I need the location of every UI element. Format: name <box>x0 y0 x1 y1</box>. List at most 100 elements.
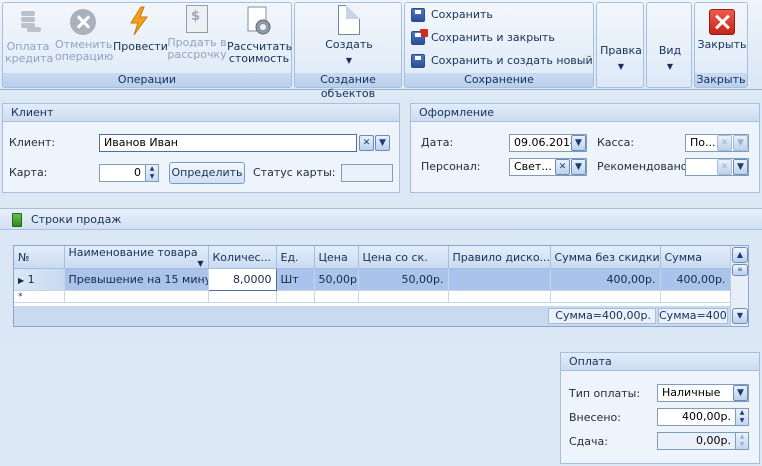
recommended-dropdown-icon[interactable]: ▼ <box>733 159 748 175</box>
new-document-icon <box>338 5 360 35</box>
grid-scrollbar[interactable]: ▲ ≡ ▼ <box>730 246 748 326</box>
clear-recommended-icon[interactable]: ✕ <box>717 159 732 175</box>
client-label: Клиент: <box>9 136 56 149</box>
scroll-down-icon[interactable]: ▼ <box>732 308 748 324</box>
scroll-thumb[interactable]: ≡ <box>732 264 748 276</box>
save-close-button[interactable]: Сохранить и закрыть <box>411 28 555 48</box>
close-group-label: Закрыть <box>695 73 747 87</box>
close-group: Закрыть Закрыть <box>694 2 748 88</box>
pay-credit-button[interactable]: Оплата кредита <box>5 5 53 65</box>
payment-panel-title: Оплата <box>561 353 759 371</box>
chevron-down-icon: ▼ <box>617 62 625 71</box>
floppy-new-icon <box>411 54 425 68</box>
card-label: Карта: <box>9 166 48 179</box>
col-qty[interactable]: Количес... <box>208 246 277 269</box>
client-dropdown-icon[interactable]: ▼ <box>375 135 390 151</box>
card-spinner-icon[interactable]: ▲ ▼ <box>145 165 158 181</box>
close-icon <box>709 9 735 35</box>
chevron-down-icon: ▼ <box>666 62 674 71</box>
lightning-icon <box>123 5 155 37</box>
clear-client-icon[interactable]: ✕ <box>359 135 374 151</box>
card-status-field <box>341 164 393 182</box>
edit-menu-button[interactable]: Правка ▼ <box>599 45 643 73</box>
floppy-icon <box>411 8 425 22</box>
new-row-marker: * <box>14 290 65 303</box>
design-panel-title: Оформление <box>411 104 759 122</box>
row-name[interactable]: Превышение на 15 минут <box>64 268 209 291</box>
create-objects-group: Создать ▼ Создание объектов <box>294 2 402 100</box>
total-sum: Сумма=400,00р. <box>658 308 728 324</box>
ribbon: Оплата кредита Отменить операцию Провест… <box>0 0 762 100</box>
staff-dropdown-icon[interactable]: ▼ <box>571 159 586 175</box>
paid-spinner-icon[interactable]: ▲ ▼ <box>735 409 748 425</box>
row-unit[interactable]: Шт <box>276 268 315 291</box>
cash-label: Касса: <box>597 136 635 149</box>
change-label: Сдача: <box>569 435 608 448</box>
payment-type-label: Тип оплаты: <box>569 387 641 400</box>
col-num[interactable]: № <box>14 246 65 269</box>
create-button[interactable]: Создать ▼ <box>315 5 383 67</box>
col-sum-nodisc[interactable]: Сумма без скидки <box>550 246 661 269</box>
view-group: Вид ▼ <box>646 2 692 88</box>
col-unit[interactable]: Ед. <box>276 246 315 269</box>
money-icon <box>12 213 22 227</box>
clear-staff-icon[interactable]: ✕ <box>555 159 570 175</box>
determine-button[interactable]: Определить <box>169 162 245 184</box>
paid-label: Внесено: <box>569 411 621 424</box>
sales-section-header: Строки продаж <box>0 208 762 230</box>
client-panel-title: Клиент <box>3 104 399 122</box>
clear-cash-icon[interactable]: ✕ <box>717 135 732 151</box>
sort-down-icon: ▼ <box>197 259 204 268</box>
sales-footer: Сумма=400,00р. Сумма=400,00р. <box>14 306 730 326</box>
save-button[interactable]: Сохранить <box>411 5 493 25</box>
client-panel: Клиент Клиент: Иванов Иван ✕ ▼ Карта: 0 … <box>2 103 400 193</box>
edit-group: Правка ▼ <box>596 2 644 88</box>
row-num: ▶ 1 <box>14 268 65 291</box>
close-button[interactable]: Закрыть <box>697 5 747 51</box>
cancel-operation-button[interactable]: Отменить операцию <box>55 5 113 63</box>
date-label: Дата: <box>421 136 454 149</box>
dollar-document-icon: $ <box>186 5 208 33</box>
save-create-new-button[interactable]: Сохранить и создать новый ▼ <box>411 51 593 86</box>
client-field[interactable]: Иванов Иван <box>99 134 357 152</box>
chevron-down-icon: ▼ <box>345 56 353 65</box>
create-objects-group-label: Создание объектов <box>295 73 401 100</box>
calculate-cost-button[interactable]: Рассчитать стоимость <box>227 5 292 65</box>
row-pointer-icon: ▶ <box>18 276 25 285</box>
sales-header-row: № Наименование товара ▼ Количес... Ед. Це… <box>14 246 731 269</box>
gear-document-icon <box>243 5 275 37</box>
col-name[interactable]: Наименование товара ▼ <box>64 246 209 269</box>
sales-grid: № Наименование товара ▼ Количес... Ед. Це… <box>13 245 749 327</box>
recommended-label: Рекомендовано: <box>597 160 692 173</box>
card-status-label: Статус карты: <box>253 166 336 179</box>
col-rule[interactable]: Правило диско... <box>448 246 551 269</box>
staff-label: Персонал: <box>421 160 481 173</box>
row-disc-price[interactable]: 50,00р. <box>358 268 449 291</box>
row-qty[interactable]: 8,0000 <box>207 268 277 291</box>
table-row[interactable]: ▶ 1 Превышение на 15 минут 8,0000 Шт 50,… <box>14 268 731 291</box>
row-price[interactable]: 50,00р. <box>314 268 359 291</box>
col-sum[interactable]: Сумма <box>660 246 731 269</box>
view-menu-button[interactable]: Вид ▼ <box>649 45 691 73</box>
sell-installment-button[interactable]: $ Продать в рассрочку <box>167 5 227 61</box>
coins-icon <box>12 5 44 37</box>
payment-panel: Оплата Тип оплаты: Наличные ▼ Внесено: 4… <box>560 352 760 464</box>
new-row[interactable]: * <box>14 290 731 303</box>
change-spinner-icon[interactable]: ▲ ▼ <box>735 433 748 449</box>
scroll-up-icon[interactable]: ▲ <box>732 247 748 263</box>
total-sum-nodisc: Сумма=400,00р. <box>548 308 656 324</box>
save-group: Сохранить Сохранить и закрыть Сохранить … <box>404 2 594 88</box>
row-rule[interactable] <box>448 268 551 291</box>
date-dropdown-icon[interactable]: ▼ <box>571 135 586 151</box>
payment-type-dropdown-icon[interactable]: ▼ <box>733 385 748 401</box>
col-disc-price[interactable]: Цена со ск. <box>358 246 449 269</box>
cash-dropdown-icon[interactable]: ▼ <box>733 135 748 151</box>
row-sum[interactable]: 400,00р. <box>660 268 731 291</box>
col-price[interactable]: Цена <box>314 246 359 269</box>
cancel-icon <box>70 9 96 35</box>
post-button[interactable]: Провести <box>113 5 168 53</box>
save-group-label: Сохранение <box>405 73 593 87</box>
sales-section-title: Строки продаж <box>31 213 122 226</box>
row-sum-nodisc[interactable]: 400,00р. <box>550 268 661 291</box>
sales-table: № Наименование товара ▼ Количес... Ед. Це… <box>14 246 731 303</box>
